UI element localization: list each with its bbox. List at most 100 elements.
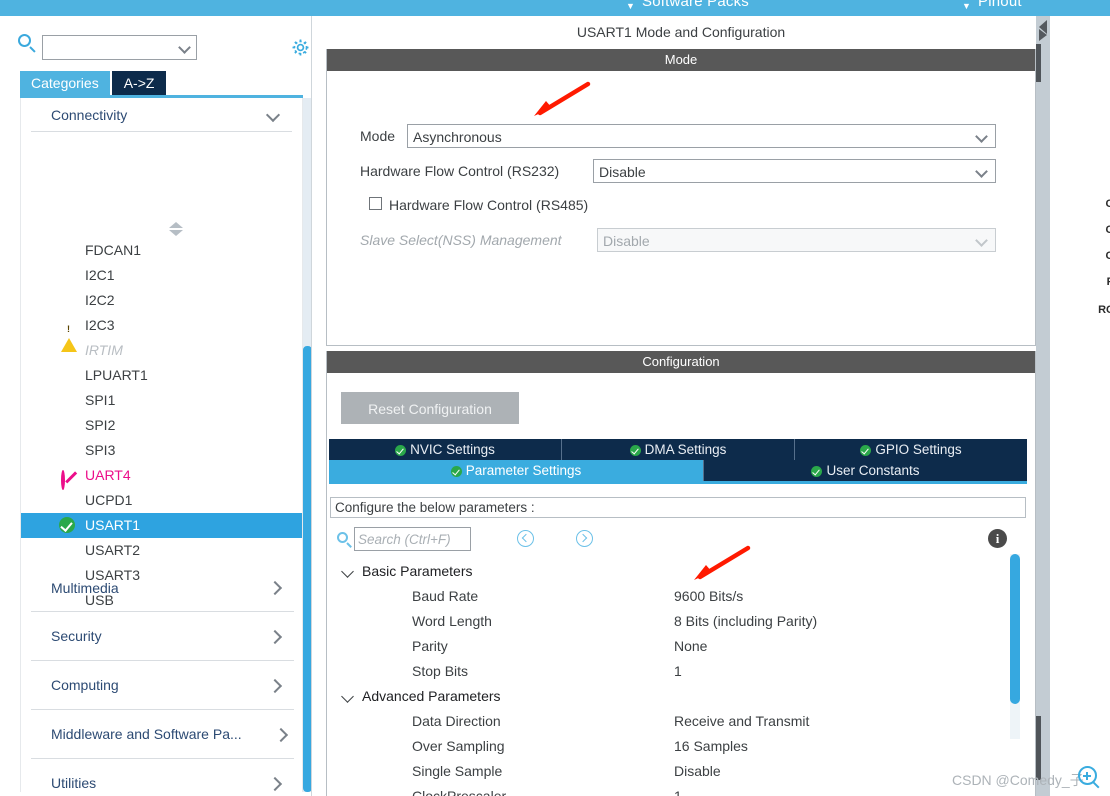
sidebar-item-irtim[interactable]: IRTIM [21,338,302,363]
list-scroll-spinner[interactable] [169,222,183,238]
param-row-clock-prescaler[interactable]: ClockPrescaler 1 [330,784,1026,796]
item-label: I2C3 [85,317,115,333]
parameter-scrollbar-thumb[interactable] [1010,554,1020,704]
param-value[interactable]: 1 [674,784,682,796]
param-group-basic[interactable]: Basic Parameters [330,559,1026,584]
sidebar-item-ucpd1[interactable]: UCPD1 [21,488,302,513]
peripheral-list-area: Connectivity FDCAN1 I2C1 I2C2 I2C3 IR [20,98,303,792]
item-label: USART2 [85,542,140,558]
tab-user-constants[interactable]: User Constants [704,460,1027,481]
mode-select[interactable]: Asynchronous [407,124,996,148]
sidebar-item-spi1[interactable]: SPI1 [21,388,302,413]
param-row-word-length[interactable]: Word Length 8 Bits (including Parity) [330,609,1026,634]
peripheral-search-input[interactable] [46,37,166,58]
hw-flow-rs485-checkbox[interactable] [369,197,382,210]
sidebar-item-usart1[interactable]: USART1 [21,513,302,538]
sidebar-category-multimedia[interactable]: Multimedia [31,564,294,612]
slave-select-nss-label: Slave Select(NSS) Management [360,232,562,248]
tab-pinout[interactable]: Pinout [978,0,1022,10]
category-label: Security [51,628,102,644]
sidebar-item-i2c3[interactable]: I2C3 [21,313,302,352]
param-value[interactable]: 9600 Bits/s [674,584,743,609]
param-row-parity[interactable]: Parity None [330,634,1026,659]
sidebar-item-usart2[interactable]: USART2 [21,538,302,563]
sidebar-item-fdcan1[interactable]: FDCAN1 [21,238,302,263]
sidebar-category-connectivity[interactable]: Connectivity [31,98,292,132]
mode-select-value: Asynchronous [413,129,502,145]
parameter-search-input[interactable] [354,527,471,551]
tab-a-to-z[interactable]: A->Z [111,71,167,95]
chevron-right-circle-icon[interactable] [576,530,593,547]
tab-categories[interactable]: Categories [20,71,110,95]
tab-software-packs[interactable]: Software Packs [642,0,749,10]
gear-icon[interactable] [291,38,310,57]
tab-gpio-settings[interactable]: GPIO Settings [795,439,1027,460]
mode-section: Mode Mode Asynchronous Hardware Flow Con… [326,49,1036,346]
param-group-advanced[interactable]: Advanced Parameters [330,684,1026,709]
category-label: Computing [51,677,119,693]
param-value[interactable]: 8 Bits (including Parity) [674,609,817,634]
param-name: Word Length [412,613,492,629]
tab-label: Parameter Settings [465,463,582,478]
chevron-down-icon[interactable] [975,130,988,143]
pinout-splitter[interactable] [1036,16,1050,796]
sidebar-item-spi3[interactable]: SPI3 [21,438,302,463]
param-row-baud-rate[interactable]: Baud Rate 9600 Bits/s [330,584,1026,609]
sidebar-item-spi2[interactable]: SPI2 [21,413,302,438]
green-check-icon [59,517,76,534]
chevron-down-icon[interactable] [265,107,281,123]
spinner-down-icon[interactable] [169,230,183,236]
chevron-right-icon[interactable] [273,727,289,743]
chevron-right-icon[interactable] [267,629,283,645]
param-value[interactable]: Disable [674,759,721,784]
pin-label: G [1105,198,1110,210]
reset-configuration-button[interactable]: Reset Configuration [341,392,519,424]
param-value[interactable]: 1 [674,659,682,684]
item-label: UART4 [85,467,131,483]
tab-label: GPIO Settings [875,442,962,457]
chevron-down-icon[interactable] [341,690,354,703]
pin-label: RC [1098,304,1110,316]
sidebar-category-computing[interactable]: Computing [31,661,294,710]
category-label: Utilities [51,775,97,791]
sidebar-category-security[interactable]: Security [31,612,294,661]
peripheral-search-combo[interactable] [42,35,197,60]
param-row-stop-bits[interactable]: Stop Bits 1 [330,659,1026,684]
hw-flow-rs232-label: Hardware Flow Control (RS232) [360,163,560,179]
sidebar-item-lpuart1[interactable]: LPUART1 [21,363,302,388]
tab-dma-settings[interactable]: DMA Settings [562,439,795,460]
chevron-right-icon[interactable] [267,580,283,596]
sidebar-item-i2c2[interactable]: I2C2 [21,288,302,313]
category-label: Middleware and Software Pa... [51,726,242,742]
param-row-single-sample[interactable]: Single Sample Disable [330,759,1026,784]
chevron-down-icon[interactable] [975,165,988,178]
tab-parameter-settings[interactable]: Parameter Settings [329,460,704,481]
param-value[interactable]: None [674,634,707,659]
item-label: SPI3 [85,442,116,458]
spinner-up-icon[interactable] [169,222,183,228]
param-row-data-direction[interactable]: Data Direction Receive and Transmit [330,709,1026,734]
chevron-left-circle-icon[interactable] [517,530,534,547]
sidebar-category-middleware[interactable]: Middleware and Software Pa... [31,710,294,759]
sidebar-item-uart4[interactable]: UART4 [21,463,302,490]
sidebar-category-utilities[interactable]: Utilities [31,759,294,792]
splitter-handle-top[interactable] [1036,44,1041,82]
hw-flow-rs232-value: Disable [599,164,646,180]
sidebar-scrollbar-thumb[interactable] [303,346,311,792]
chevron-right-icon[interactable] [267,678,283,694]
tab-nvic-settings[interactable]: NVIC Settings [329,439,562,460]
chevron-right-icon[interactable] [267,776,283,792]
peripheral-items: FDCAN1 I2C1 I2C2 I2C3 IRTIM LPUART1 SPI1… [21,238,302,613]
param-value[interactable]: 16 Samples [674,734,748,759]
slave-select-nss-select: Disable [597,228,996,252]
chevron-down-icon[interactable] [178,41,191,54]
mode-section-body: Mode Asynchronous Hardware Flow Control … [327,71,1035,345]
hw-flow-rs232-select[interactable]: Disable [593,159,996,183]
info-icon[interactable]: i [988,529,1007,548]
param-row-over-sampling[interactable]: Over Sampling 16 Samples [330,734,1026,759]
item-label: IRTIM [85,342,123,358]
chevron-down-icon[interactable] [341,565,354,578]
param-value[interactable]: Receive and Transmit [674,709,809,734]
sidebar-item-i2c1[interactable]: I2C1 [21,263,302,288]
triangle-right-icon[interactable] [1039,29,1047,41]
